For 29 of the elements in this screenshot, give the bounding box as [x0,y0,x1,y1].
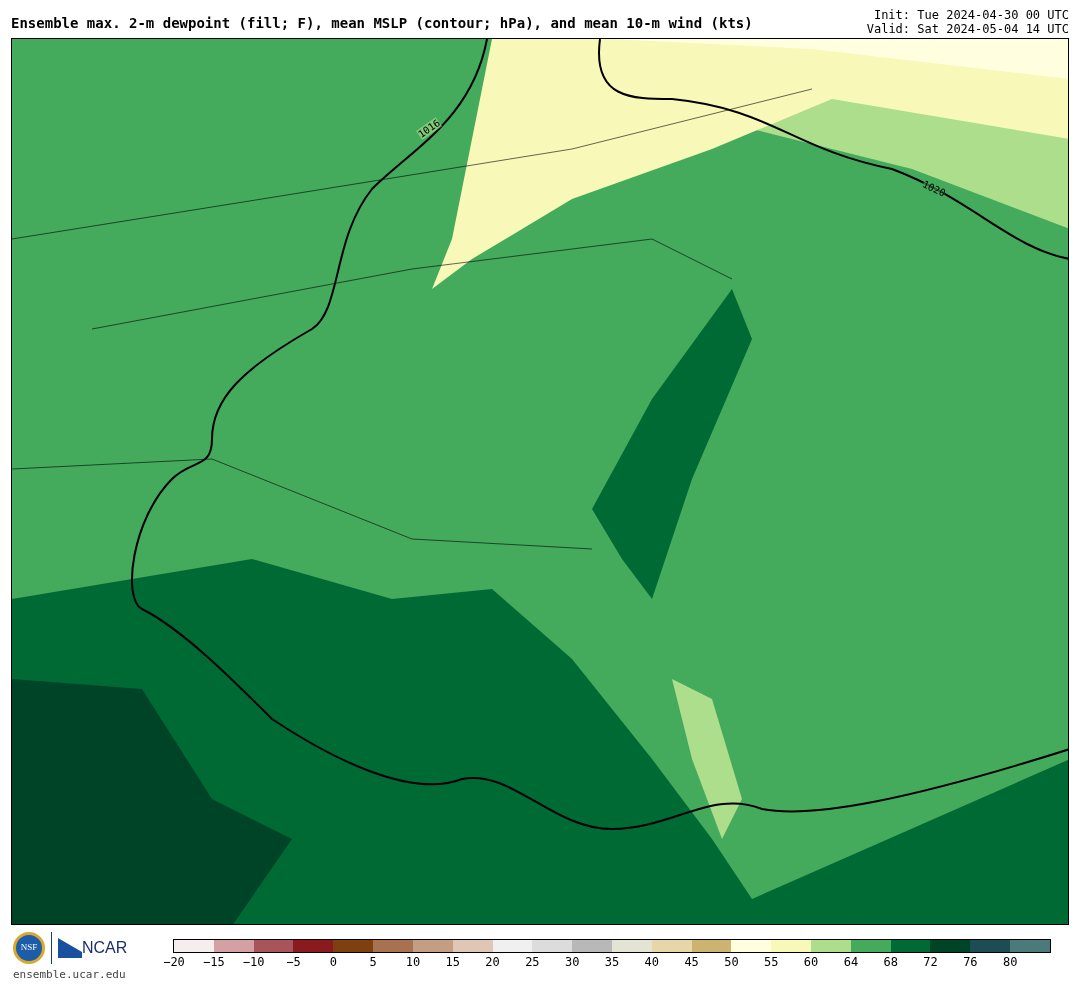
tick-label: 80 [1002,955,1018,969]
tick-label: 40 [644,955,660,969]
tick-label: 76 [963,955,978,969]
init-time: Init: Tue 2024-04-30 00 UTC [873,8,1069,22]
tick-label: −5 [286,955,301,969]
tick-label: 10 [405,955,421,969]
tick-label: 45 [684,955,699,969]
tick-label: 50 [724,955,739,969]
tick-label: 25 [525,955,540,969]
tick-label: 60 [803,955,819,969]
tick-label: 55 [764,955,779,969]
tick-label: 15 [445,955,460,969]
valid-time: Valid: Sat 2024-05-04 14 UTC [866,22,1069,36]
ncar-logo: NCAR [82,938,128,958]
tick-label: 30 [564,955,580,969]
tick-label: −10 [242,955,265,969]
tick-label: 64 [843,955,859,969]
chart-title: Ensemble max. 2-m dewpoint (fill; F), mean MSLP (contour; hPa), and mean 10-m wind (kts) [11,14,753,33]
site-url: ensemble.ucar.edu [13,967,127,983]
tick-label: −15 [202,955,225,969]
tick-label: 5 [369,955,377,969]
tick-label: 35 [604,955,620,969]
tick-label: −20 [163,955,185,969]
nsf-logo: NSF [13,932,45,964]
tick-label: 68 [883,955,898,969]
ncar-logo-icon [58,938,82,958]
tick-label: 20 [485,955,500,969]
tick-label: 72 [923,955,938,969]
tick-label: 0 [329,955,337,969]
